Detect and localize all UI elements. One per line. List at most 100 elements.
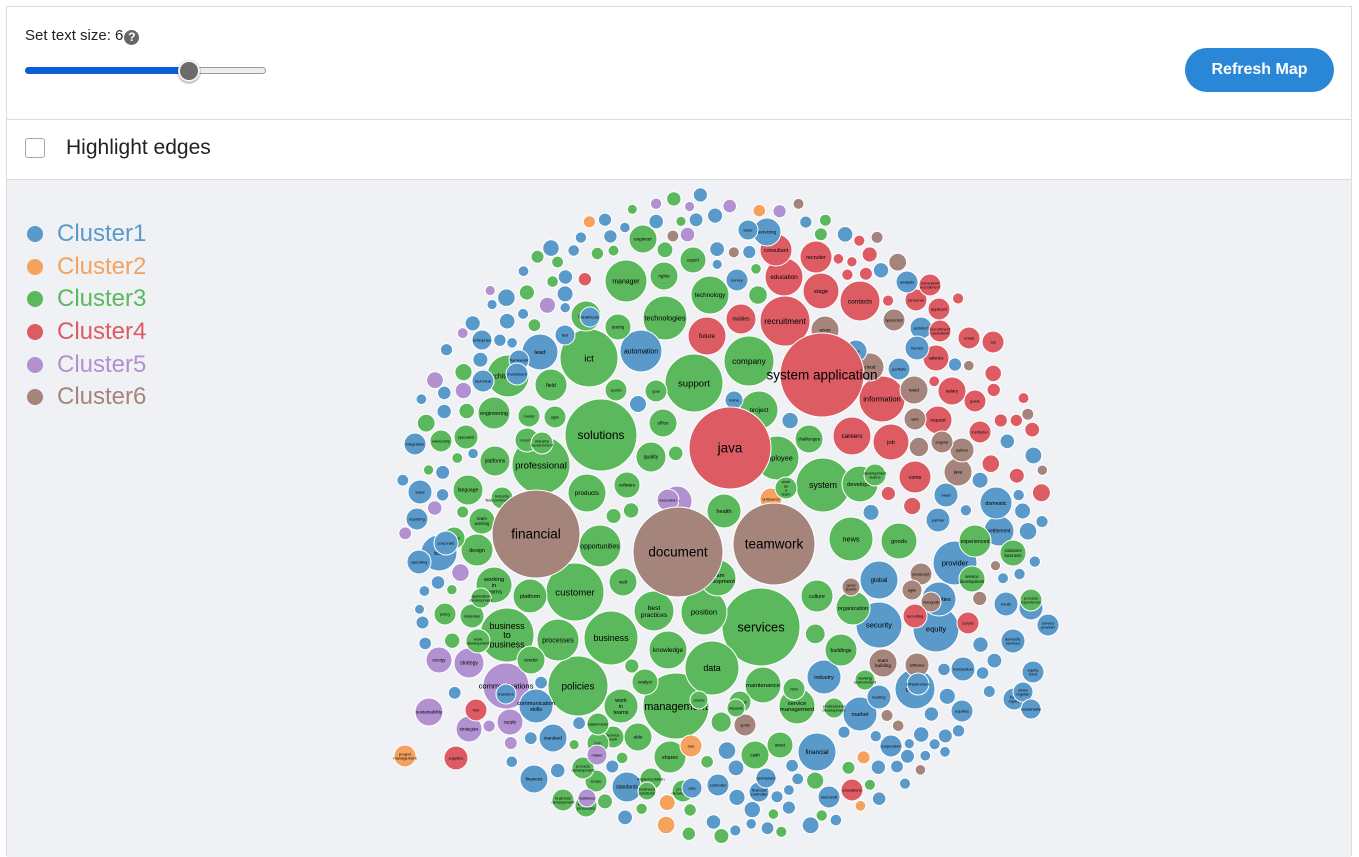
cluster-bubble[interactable] [832,253,845,265]
cluster-bubble[interactable] [862,503,880,521]
cluster-bubble[interactable] [972,636,989,653]
cluster-bubble[interactable] [603,229,618,244]
cluster-bubble[interactable] [416,413,436,433]
cluster-bubble[interactable] [981,454,1001,474]
cluster-bubble[interactable] [705,814,722,830]
cluster-bubble[interactable] [464,315,481,332]
cluster-bubble[interactable] [667,445,684,462]
cluster-bubble[interactable] [841,760,856,775]
cluster-bubble[interactable] [871,791,887,807]
cluster-bubble[interactable] [1036,464,1049,476]
cluster-bubble[interactable] [656,815,676,835]
cluster-bubble[interactable] [804,623,826,645]
cluster-bubble[interactable] [882,294,895,307]
cluster-bubble[interactable] [799,215,813,229]
cluster-bubble[interactable] [1024,446,1043,465]
cluster-bubble[interactable] [439,343,454,357]
cluster-bubble[interactable] [767,808,780,820]
cluster-bubble[interactable] [458,402,476,420]
cluster-bubble[interactable] [752,203,767,218]
cluster-bubble[interactable] [1012,488,1025,502]
cluster-bubble[interactable] [444,632,461,649]
cluster-bubble[interactable] [681,826,696,841]
cluster-bubble[interactable] [1017,392,1030,405]
cluster-bubble[interactable] [574,231,588,244]
cluster-bubble[interactable] [498,312,516,330]
cluster-bubble[interactable] [999,433,1016,450]
cluster-bubble[interactable] [710,711,732,733]
cluster-bubble[interactable] [430,575,446,590]
cluster-bubble[interactable] [414,603,425,615]
cluster-bubble[interactable] [722,198,738,214]
cluster-bubble[interactable] [791,772,805,786]
cluster-bubble[interactable] [861,246,878,263]
cluster-bubble[interactable] [619,221,631,234]
cluster-bubble[interactable] [624,658,640,674]
cluster-bubble[interactable] [903,496,922,516]
cluster-bubble[interactable] [853,234,866,247]
cluster-bubble[interactable] [963,359,975,372]
cluster-bubble[interactable] [683,803,697,817]
slider-thumb[interactable] [177,60,200,82]
cluster-bubble[interactable] [760,821,775,836]
cluster-bubble[interactable] [629,395,647,413]
cluster-bubble[interactable] [937,728,953,744]
cluster-bubble[interactable] [772,204,787,219]
cluster-bubble[interactable] [989,560,1002,572]
cluster-bubble[interactable] [523,731,538,746]
cluster-bubble[interactable] [913,726,930,743]
cluster-bubble[interactable] [626,203,638,215]
cluster-bubble[interactable] [939,745,951,758]
cluster-bubble[interactable] [692,187,709,203]
cluster-bubble[interactable] [727,246,740,259]
cluster-bubble[interactable] [781,411,799,430]
cluster-bubble[interactable] [858,266,873,281]
cluster-bubble[interactable] [709,241,725,257]
cluster-bubble[interactable] [888,252,908,272]
text-size-slider[interactable] [25,60,266,82]
cluster-bubble[interactable] [635,802,648,815]
cluster-bubble[interactable] [806,771,825,790]
cluster-bubble[interactable] [815,809,828,822]
cluster-bubble[interactable] [572,716,586,731]
cluster-bubble[interactable] [813,227,828,242]
cluster-bubble[interactable] [1009,413,1023,428]
cluster-bubble[interactable] [456,327,469,340]
cluster-bubble[interactable] [567,244,581,257]
cluster-bubble[interactable] [1028,555,1042,568]
cluster-bubble[interactable] [418,585,431,597]
cluster-bubble[interactable] [648,213,665,230]
cluster-bubble[interactable] [1018,522,1038,541]
cluster-bubble[interactable] [559,302,571,314]
cluster-bubble[interactable] [568,739,580,751]
cluster-bubble[interactable] [582,215,597,229]
cluster-bubble[interactable] [898,777,912,790]
cluster-bubble[interactable] [484,284,496,297]
cluster-bubble[interactable] [415,393,428,406]
cluster-bubble[interactable] [959,504,973,517]
cluster-bubble[interactable] [396,473,410,487]
cluster-bubble[interactable] [982,685,996,698]
cluster-bubble[interactable] [713,828,730,844]
cluster-bubble[interactable] [711,258,723,271]
cluster-bubble[interactable] [542,239,560,257]
refresh-map-button[interactable]: Refresh Map [1185,48,1334,92]
cluster-bubble[interactable] [437,385,452,401]
cluster-bubble[interactable] [538,296,557,314]
cluster-bubble[interactable] [984,364,1003,383]
cluster-bubble[interactable] [679,226,696,243]
cluster-bubble[interactable] [951,724,966,738]
cluster-bubble[interactable] [914,764,927,776]
cluster-bubble[interactable] [422,464,435,476]
cluster-bubble[interactable] [517,265,530,278]
cluster-bubble[interactable] [837,725,851,739]
cluster-bubble[interactable] [607,244,620,257]
cluster-bubble[interactable] [908,436,930,458]
cluster-bubble[interactable] [770,790,784,804]
cluster-bubble[interactable] [1024,421,1041,438]
cluster-bubble[interactable] [486,298,498,311]
cluster-bubble[interactable] [658,794,676,812]
cluster-bubble[interactable] [880,709,894,722]
cluster-bubble[interactable] [435,488,450,502]
cluster-bubble[interactable] [456,505,470,519]
